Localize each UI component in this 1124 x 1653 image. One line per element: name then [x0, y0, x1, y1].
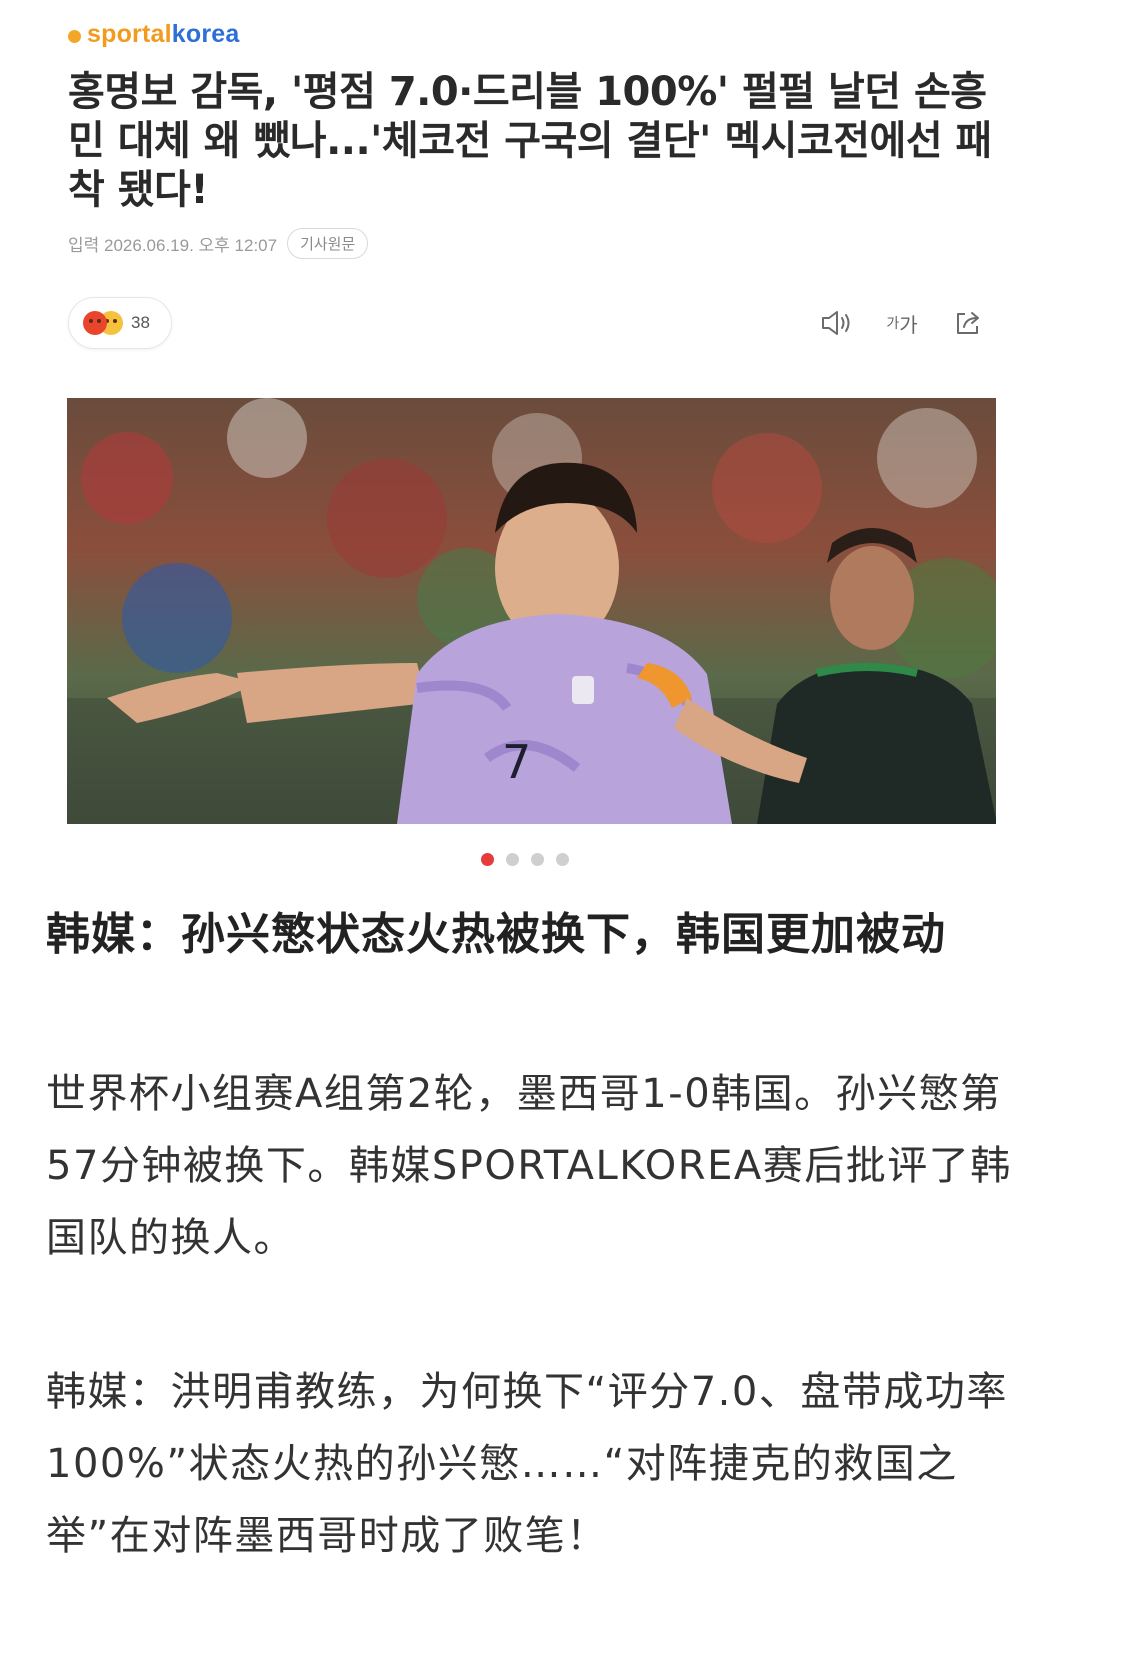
font-size-button[interactable]: 가가: [884, 306, 920, 340]
article-photo-illustration: 7: [67, 398, 996, 824]
share-icon: [957, 312, 979, 334]
logo-text-sportal: sportal: [87, 19, 172, 48]
carousel-dot[interactable]: [506, 853, 519, 866]
carousel-dot[interactable]: [481, 853, 494, 866]
font-size-small-label: 가: [886, 315, 900, 331]
logo-text-korea: korea: [171, 19, 240, 48]
article-meta: 입력 2026.06.19. 오후 12:07 기사원문: [68, 228, 369, 259]
share-button[interactable]: [950, 306, 986, 340]
sportalkorea-logo[interactable]: sportal korea: [68, 18, 239, 50]
original-article-button[interactable]: 기사원문: [287, 228, 369, 259]
post-paragraph-1: 世界杯小组赛A组第2轮，墨西哥1-0韩国。孙兴慜第57分钟被换下。韩媒SPORT…: [46, 1071, 1012, 1261]
carousel-dot[interactable]: [531, 853, 544, 866]
article-photo[interactable]: 7: [67, 398, 996, 824]
article-date: 입력 2026.06.19. 오후 12:07: [68, 236, 278, 255]
font-size-large-label: 가: [899, 314, 918, 337]
speaker-icon: [822, 311, 850, 335]
reaction-button[interactable]: 38: [68, 297, 172, 349]
carousel-dot[interactable]: [556, 853, 569, 866]
reaction-count: 38: [131, 313, 150, 332]
carousel-indicator: [481, 853, 569, 866]
text-to-speech-button[interactable]: [818, 306, 854, 340]
post-title: 韩媒：孙兴慜状态火热被换下，韩国更加被动: [46, 909, 946, 960]
svg-text:7: 7: [502, 735, 531, 789]
angry-emoji-icon: [83, 311, 107, 335]
post-paragraph-2: 韩媒：洪明甫教练，为何换下“评分7.0、盘带成功率100%”状态火热的孙兴慜………: [46, 1369, 1008, 1559]
logo-dot-icon: [68, 29, 81, 43]
article-toolbar: 가가: [818, 306, 986, 340]
article-headline: 홍명보 감독, '평점 7.0·드리블 100%' 펄펄 날던 손흥민 대체 왜…: [68, 69, 992, 213]
